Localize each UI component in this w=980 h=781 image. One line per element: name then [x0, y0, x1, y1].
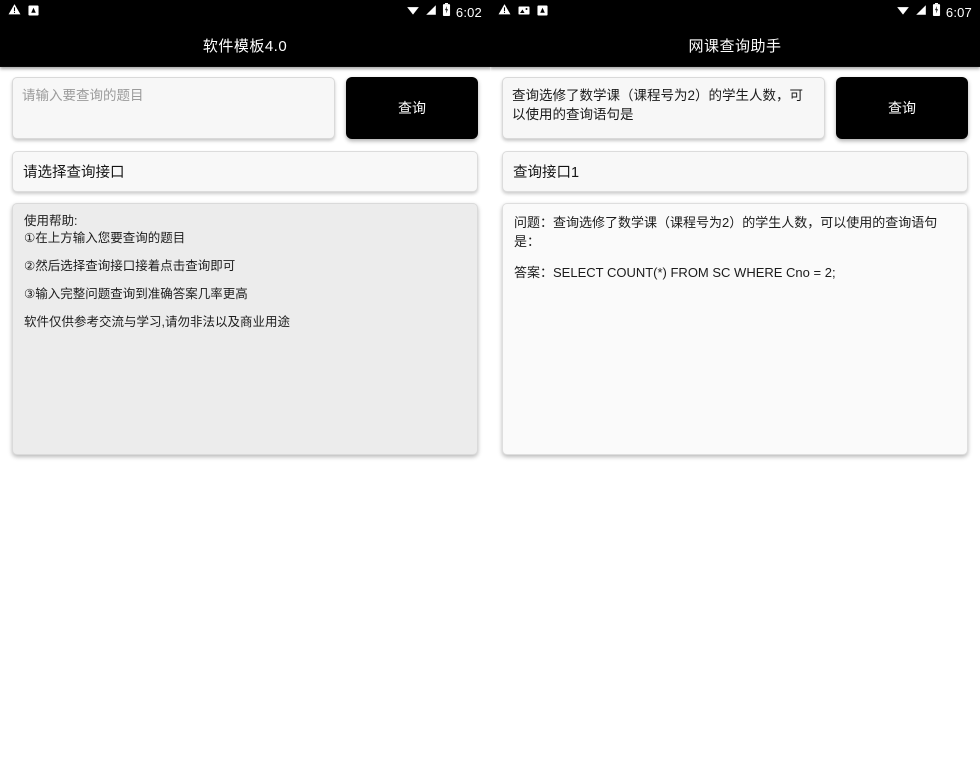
left-status-time: 6:02 — [455, 4, 482, 20]
warning-triangle-icon — [8, 3, 21, 21]
right-title-bar: 网课查询助手 — [490, 24, 980, 67]
left-screen: 6:02 软件模板4.0 请输入要查询的题目 查询 请选择查询接口 使用帮助: … — [0, 0, 490, 781]
left-status-notification-icons — [8, 3, 406, 21]
signal-bars-icon — [915, 3, 927, 21]
signal-bars-icon — [425, 3, 437, 21]
left-title-bar: 软件模板4.0 — [0, 24, 490, 67]
left-query-button[interactable]: 查询 — [346, 77, 478, 139]
right-interface-select[interactable]: 查询接口1 — [502, 151, 968, 192]
left-query-row: 请输入要查询的题目 查询 — [12, 77, 478, 139]
left-query-input[interactable]: 请输入要查询的题目 — [12, 77, 335, 139]
left-app-title: 软件模板4.0 — [202, 37, 288, 55]
right-status-notification-icons — [498, 3, 896, 21]
right-status-system-icons: 6:07 — [896, 3, 972, 21]
right-query-row: 查询选修了数学课（课程号为2）的学生人数，可以使用的查询语句是 查询 — [502, 77, 968, 139]
right-query-button[interactable]: 查询 — [836, 77, 968, 139]
help-line-title: 使用帮助: — [24, 214, 78, 228]
warning-triangle-icon — [498, 3, 511, 21]
battery-charging-icon — [442, 3, 451, 21]
result-question-line: 问题：查询选修了数学课（课程号为2）的学生人数，可以使用的查询语句是： — [514, 215, 938, 249]
wifi-icon — [406, 3, 420, 21]
help-line-step2: ②然后选择查询接口接着点击查询即可 — [24, 259, 236, 273]
help-line-step3: ③输入完整问题查询到准确答案几率更高 — [24, 287, 248, 301]
help-line-disclaimer: 软件仅供参考交流与学习,请勿非法以及商业用途 — [24, 315, 290, 329]
battery-charging-icon — [932, 3, 941, 21]
result-answer-line: 答案：SELECT COUNT(*) FROM SC WHERE Cno = 2… — [514, 265, 836, 280]
app-badge-icon — [537, 3, 548, 21]
wifi-icon — [896, 3, 910, 21]
left-status-bar: 6:02 — [0, 0, 490, 24]
app-badge-icon — [28, 3, 39, 21]
right-status-bar: 6:07 — [490, 0, 980, 24]
left-status-system-icons: 6:02 — [406, 3, 482, 21]
left-content: 请输入要查询的题目 查询 请选择查询接口 使用帮助: ①在上方输入您要查询的题目… — [0, 67, 490, 455]
help-line-step1: ①在上方输入您要查询的题目 — [24, 231, 186, 245]
left-interface-select[interactable]: 请选择查询接口 — [12, 151, 478, 192]
dual-screenshot-container: 6:02 软件模板4.0 请输入要查询的题目 查询 请选择查询接口 使用帮助: … — [0, 0, 980, 781]
right-content: 查询选修了数学课（课程号为2）的学生人数，可以使用的查询语句是 查询 查询接口1… — [490, 67, 980, 455]
left-help-panel: 使用帮助: ①在上方输入您要查询的题目 ②然后选择查询接口接着点击查询即可 ③输… — [12, 203, 478, 455]
screenshot-icon — [518, 3, 530, 21]
right-status-time: 6:07 — [945, 4, 972, 20]
right-screen: 6:07 网课查询助手 查询选修了数学课（课程号为2）的学生人数，可以使用的查询… — [490, 0, 980, 781]
right-query-input[interactable]: 查询选修了数学课（课程号为2）的学生人数，可以使用的查询语句是 — [502, 77, 825, 139]
right-result-panel: 问题：查询选修了数学课（课程号为2）的学生人数，可以使用的查询语句是： 答案：S… — [502, 203, 968, 455]
right-app-title: 网课查询助手 — [688, 37, 782, 55]
